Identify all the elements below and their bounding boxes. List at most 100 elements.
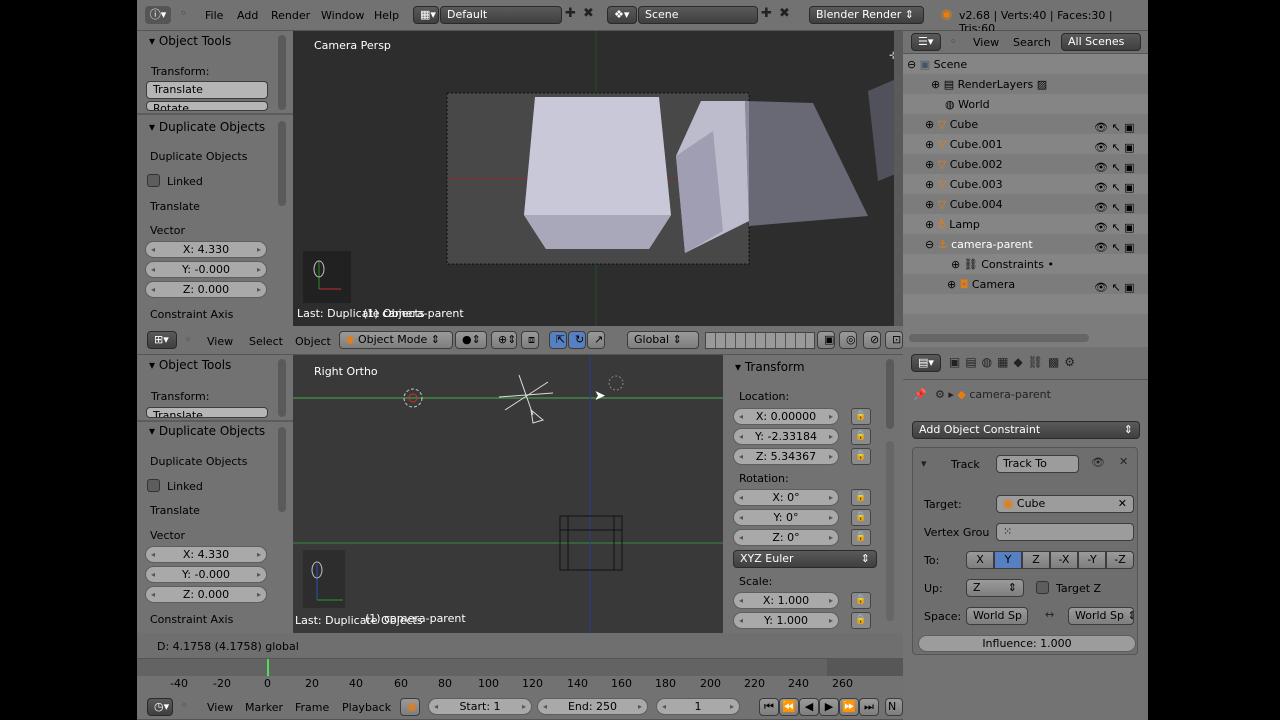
rotation-mode-select[interactable]: XYZ Euler ⇕ — [733, 550, 877, 568]
add-constraint-select[interactable]: Add Object Constraint ⇕ — [912, 421, 1140, 439]
rotation-z-field[interactable]: ◂ Z: 0° ▸ — [733, 529, 839, 546]
pivot-select[interactable]: ⊕⇕ — [491, 331, 517, 349]
start-frame-field[interactable]: ◂ Start: 1 ▸ — [428, 698, 532, 715]
timeline-menu-frame[interactable]: Frame — [295, 701, 329, 714]
lock-location-y-icon[interactable]: 🔒 — [851, 428, 871, 445]
layout-selector[interactable]: Default — [440, 6, 562, 24]
mode-select[interactable]: ◆ Object Mode ⇕ — [339, 331, 453, 349]
menu-help[interactable]: Help — [374, 9, 399, 22]
editor-type-icon[interactable]: ⊞▾ — [147, 331, 177, 349]
lock-location-x-icon[interactable]: 🔒 — [851, 408, 871, 425]
to-axis-neg-x[interactable]: -X — [1050, 551, 1078, 569]
outliner-item-scene[interactable]: ⊖ ▣ Scene — [907, 58, 967, 71]
outliner-hscrollbar[interactable] — [909, 334, 1089, 342]
toolshelf-scrollbar[interactable] — [278, 35, 286, 110]
outliner-collapse-icon[interactable]: ◦ — [950, 35, 957, 48]
menu-view[interactable]: View — [207, 335, 233, 348]
scale-manipulator-icon[interactable]: ↗ — [587, 331, 605, 349]
toolshelf-scrollbar-2[interactable] — [278, 121, 286, 206]
timeline-type-icon[interactable]: ◷▾ — [147, 698, 173, 716]
remove-scene-icon[interactable]: ✖ — [779, 6, 790, 21]
properties-type-icon[interactable]: ▤▾ — [911, 354, 941, 372]
clear-target-icon[interactable]: ✕ — [1118, 496, 1127, 512]
layers-grid[interactable] — [705, 332, 815, 349]
lock-scale-x-icon[interactable]: 🔒 — [851, 592, 871, 609]
visibility-row[interactable] — [1094, 258, 1148, 278]
expand-toggle-icon[interactable]: ▾ — [921, 457, 927, 470]
up-axis-select[interactable]: Z ⇕ — [966, 579, 1024, 597]
lock-rotation-z-icon[interactable]: 🔒 — [851, 529, 871, 546]
visibility-row[interactable]: 👁 ↖ ▣ — [1094, 278, 1148, 298]
menu-file[interactable]: File — [205, 9, 223, 22]
outliner-item-cube004[interactable]: ⊕ ▽ Cube.004 — [925, 198, 1003, 211]
target-field[interactable]: ▣ Cube ✕ — [996, 495, 1134, 513]
jump-keyframe-back-icon[interactable]: ⏪ — [779, 698, 799, 716]
menu-select[interactable]: Select — [249, 335, 283, 348]
vector-z-field[interactable]: ◂ Z: 0.000 ▸ — [145, 281, 267, 298]
info-editor-icon[interactable]: ⓘ▾ — [145, 6, 171, 24]
vector-z-field-2[interactable]: ◂ Z: 0.000 ▸ — [145, 586, 267, 603]
toolshelf-scrollbar-4[interactable] — [278, 427, 286, 512]
rotation-x-field[interactable]: ◂ X: 0° ▸ — [733, 489, 839, 506]
pin-icon[interactable]: 📌 — [913, 388, 927, 401]
scene-type-icon[interactable]: ❖▾ — [607, 6, 637, 24]
to-axis-y[interactable]: Y — [994, 551, 1022, 569]
translate-button[interactable]: Translate — [146, 81, 268, 99]
outliner-view-menu[interactable]: View — [973, 36, 999, 49]
visibility-row[interactable]: 👁 ↖ ▣ — [1094, 138, 1148, 158]
properties-tabs[interactable]: ▣▤◍▦◆⛓▩⚙ — [949, 355, 1080, 369]
outliner-item-cube[interactable]: ⊕ ▽ Cube — [925, 118, 978, 131]
vector-y-field[interactable]: ◂ Y: -0.000 ▸ — [145, 261, 267, 278]
add-scene-icon[interactable]: ✚ — [761, 6, 772, 21]
visibility-row[interactable]: 👁 ↖ ▣ — [1094, 158, 1148, 178]
rotate-manipulator-icon[interactable]: ↻ — [568, 331, 586, 349]
scale-x-field[interactable]: ◂ X: 1.000 ▸ — [733, 592, 839, 609]
play-icon[interactable]: ▶ — [819, 698, 839, 716]
lock-rotation-y-icon[interactable]: 🔒 — [851, 509, 871, 526]
jump-keyframe-forward-icon[interactable]: ⏩ — [839, 698, 859, 716]
current-frame-field[interactable]: ◂ 1 ▸ — [656, 698, 740, 715]
timeline-menu-marker[interactable]: Marker — [245, 701, 283, 714]
visibility-row[interactable]: 👁 ↖ ▣ — [1094, 178, 1148, 198]
visibility-row[interactable]: 👁 ↖ ▣ — [1094, 218, 1148, 238]
render-preview-icon[interactable]: ⊘ — [863, 331, 881, 349]
outliner-item-lamp[interactable]: ⊕ ♁ Lamp — [925, 218, 980, 231]
jump-start-icon[interactable]: ⏮ — [759, 698, 779, 716]
menu-object[interactable]: Object — [295, 335, 331, 348]
visibility-row[interactable]: 👁 ↖ ▣ — [1094, 118, 1148, 138]
outliner-item-world[interactable]: ◍ World — [945, 98, 990, 111]
target-z-checkbox[interactable] — [1036, 581, 1049, 594]
visibility-row[interactable]: 👁 ↖ ▣ — [1094, 198, 1148, 218]
vector-x-field-2[interactable]: ◂ X: 4.330 ▸ — [145, 546, 267, 563]
snap-target-icon[interactable]: ⊡ — [885, 331, 903, 349]
object-tools-header[interactable]: ▾ Object Tools — [149, 34, 231, 48]
linked-checkbox[interactable] — [147, 174, 160, 187]
visibility-row[interactable]: 👁 ↖ ▣ — [1094, 238, 1148, 258]
to-axis-x[interactable]: X — [966, 551, 994, 569]
manipulator-toggle[interactable]: ⧈ — [521, 331, 539, 349]
lock-rotation-x-icon[interactable]: 🔒 — [851, 489, 871, 506]
timeline-collapse-icon[interactable]: ◦ — [181, 699, 188, 712]
viewport-right-ortho[interactable]: ➤ Right Ortho Last: Duplicate Objects (1… — [293, 355, 723, 633]
jump-end-icon[interactable]: ⏭ — [859, 698, 879, 716]
duplicate-objects-header[interactable]: ▾ Duplicate Objects — [149, 120, 265, 134]
rotation-y-field[interactable]: ◂ Y: 0° ▸ — [733, 509, 839, 526]
timeline-menu-view[interactable]: View — [207, 701, 233, 714]
duplicate-objects-header-2[interactable]: ▾ Duplicate Objects — [149, 424, 265, 438]
owner-space-select[interactable]: World Sp ⇕ — [966, 607, 1028, 625]
layout-type-icon[interactable]: ▦▾ — [413, 6, 439, 24]
end-frame-field[interactable]: ◂ End: 250 ▸ — [537, 698, 648, 715]
target-space-select[interactable]: World Sp ⇕ — [1068, 607, 1134, 625]
constraint-delete-icon[interactable]: ✕ — [1119, 455, 1128, 468]
outliner-item-constraints[interactable]: ⊕ ⛓ Constraints • — [951, 258, 1054, 271]
location-z-field[interactable]: ◂ Z: 5.34367 ▸ — [733, 448, 839, 465]
snap-icon[interactable]: ◎ — [839, 331, 857, 349]
location-x-field[interactable]: ◂ X: 0.00000 ▸ — [733, 408, 839, 425]
vector-y-field-2[interactable]: ◂ Y: -0.000 ▸ — [145, 566, 267, 583]
viewport-camera[interactable]: Camera Persp Last: Duplicate Objects (1)… — [293, 31, 903, 326]
vertex-group-field[interactable]: ⁙ — [996, 523, 1134, 541]
add-layout-icon[interactable]: ✚ — [565, 6, 576, 21]
toolshelf-scrollbar-3[interactable] — [278, 359, 286, 417]
to-axis-z[interactable]: Z — [1022, 551, 1050, 569]
influence-slider[interactable]: Influence: 1.000 — [918, 635, 1136, 652]
